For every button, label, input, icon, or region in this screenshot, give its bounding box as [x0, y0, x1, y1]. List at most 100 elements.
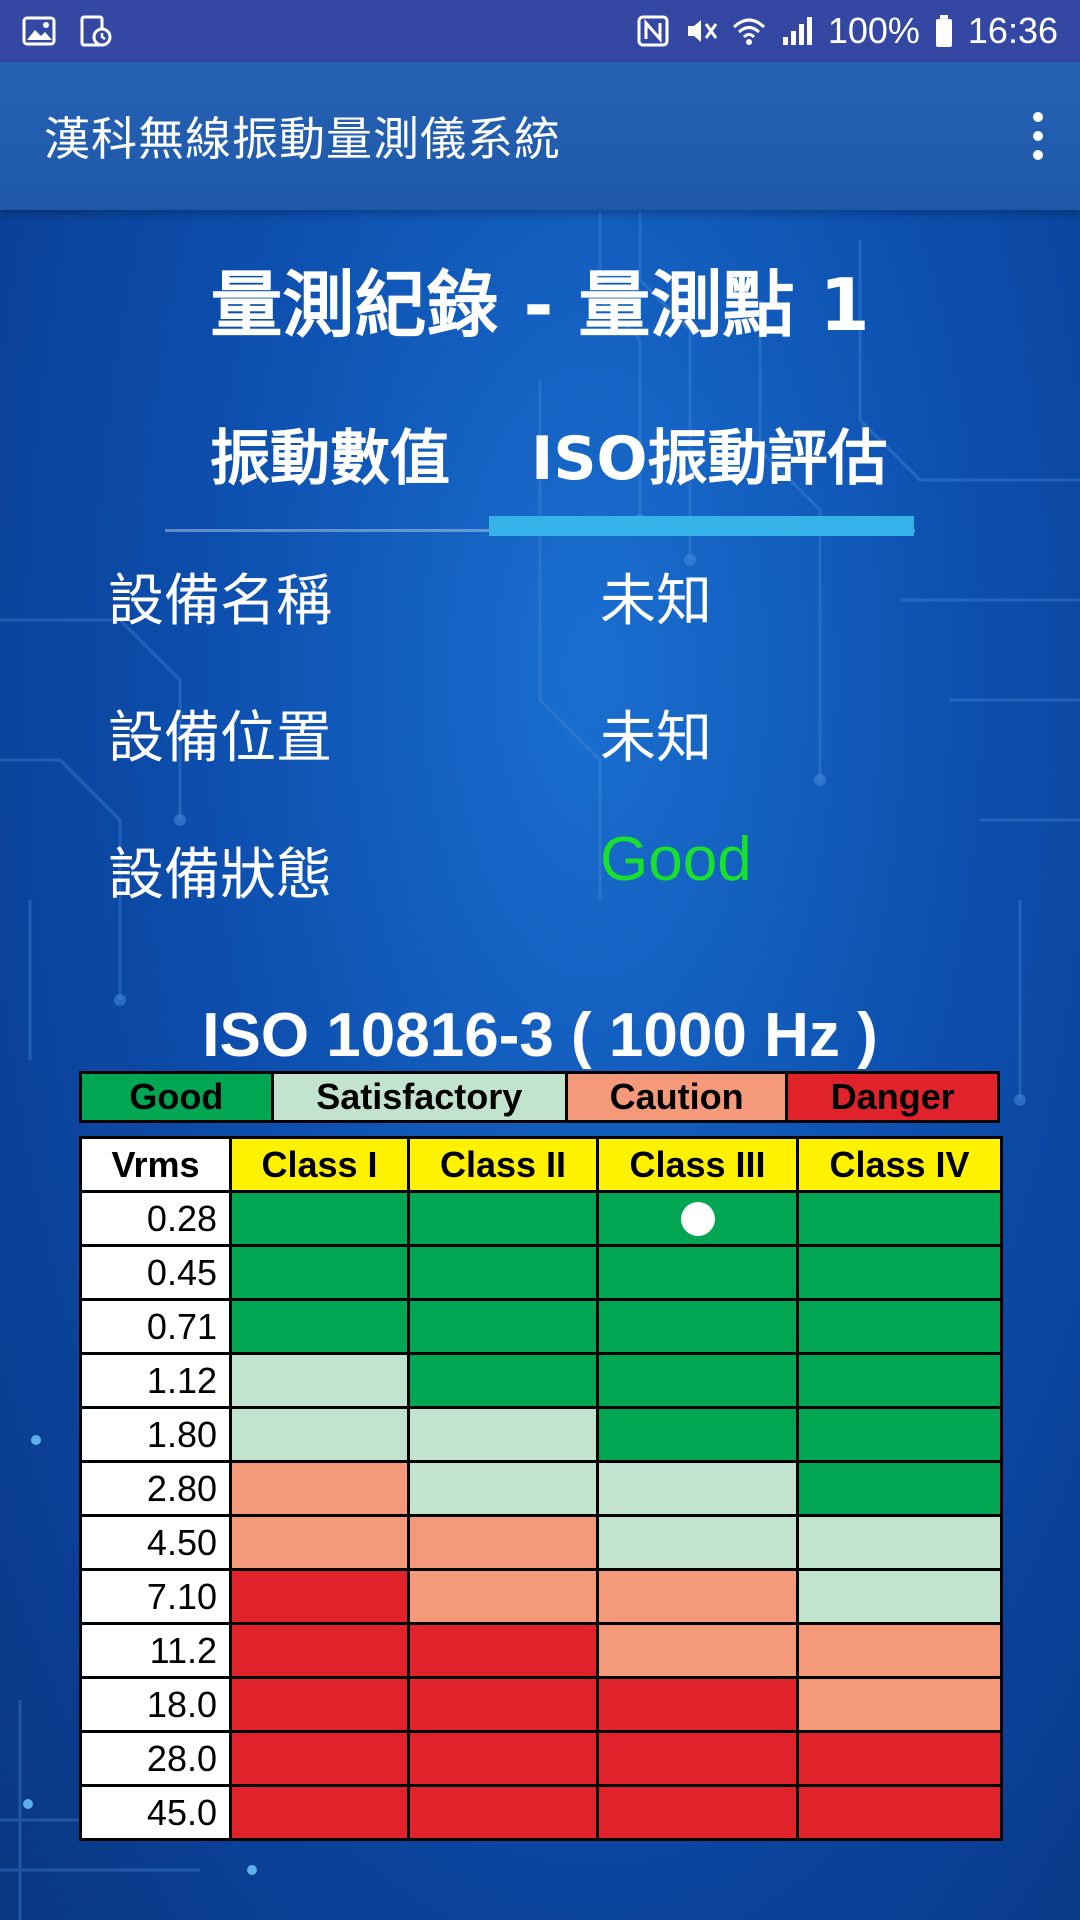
severity-cell — [596, 1460, 799, 1517]
screen-time-icon — [80, 15, 112, 47]
table-row: 1.80 — [79, 1406, 1003, 1463]
severity-cell — [229, 1622, 410, 1679]
severity-cell — [229, 1514, 410, 1571]
device-name-value: 未知 — [600, 569, 712, 634]
severity-cell — [229, 1406, 410, 1463]
severity-cell — [407, 1298, 599, 1355]
severity-cell — [229, 1190, 410, 1247]
severity-legend: Good Satisfactory Caution Danger — [79, 1071, 1000, 1123]
vrms-value: 1.80 — [79, 1406, 232, 1463]
severity-cell — [596, 1190, 799, 1247]
tab-vibration-values[interactable]: 振動數值 — [210, 410, 450, 497]
vrms-value: 0.28 — [79, 1190, 232, 1247]
current-reading-marker — [680, 1201, 715, 1236]
severity-cell — [596, 1730, 799, 1787]
battery-icon — [935, 15, 952, 47]
class-2-header: Class II — [407, 1136, 599, 1193]
vrms-value: 7.10 — [79, 1568, 232, 1625]
severity-cell — [796, 1730, 1003, 1787]
more-vert-icon[interactable] — [1030, 112, 1046, 160]
severity-cell — [229, 1244, 410, 1301]
mute-vibrate-icon — [687, 20, 718, 42]
vrms-value: 0.71 — [79, 1298, 232, 1355]
class-3-header: Class III — [596, 1136, 799, 1193]
legend-danger: Danger — [788, 1074, 998, 1120]
severity-cell — [229, 1568, 410, 1625]
severity-cell — [596, 1568, 799, 1625]
severity-cell — [407, 1190, 599, 1247]
severity-cell — [229, 1460, 410, 1517]
vrms-value: 2.80 — [79, 1460, 232, 1517]
severity-cell — [229, 1352, 410, 1409]
severity-cell — [407, 1622, 599, 1679]
severity-cell — [596, 1784, 799, 1841]
severity-cell — [596, 1298, 799, 1355]
severity-cell — [796, 1406, 1003, 1463]
severity-cell — [796, 1460, 1003, 1517]
severity-cell — [407, 1244, 599, 1301]
device-name-label: 設備名稱 — [108, 569, 332, 634]
iso-severity-table: Vrms Class I Class II Class III Class IV… — [79, 1136, 1003, 1841]
table-row: 45.0 — [79, 1784, 1003, 1841]
table-row: 4.50 — [79, 1514, 1003, 1571]
app-bar: 漢科無線振動量測儀系統 — [0, 62, 1080, 210]
severity-cell — [596, 1406, 799, 1463]
table-row: 0.71 — [79, 1298, 1003, 1355]
severity-cell — [796, 1244, 1003, 1301]
vrms-value: 28.0 — [79, 1730, 232, 1787]
device-status-row: 設備狀態 Good — [108, 825, 1008, 910]
vrms-value: 11.2 — [79, 1622, 232, 1679]
severity-cell — [596, 1622, 799, 1679]
severity-cell — [796, 1190, 1003, 1247]
severity-cell — [796, 1784, 1003, 1841]
legend-good: Good — [82, 1074, 274, 1120]
severity-cell — [796, 1568, 1003, 1625]
device-status-label: 設備狀態 — [108, 843, 332, 908]
table-body: 0.28 0.45 0.71 1.12 1.80 2.80 4.50 7.10 11.2 18.0… — [79, 1190, 1003, 1841]
severity-cell — [796, 1676, 1003, 1733]
page-title: 量測紀錄 - 量測點 1 — [210, 263, 870, 347]
severity-cell — [596, 1244, 799, 1301]
legend-satisfactory: Satisfactory — [273, 1074, 568, 1120]
device-location-label: 設備位置 — [108, 706, 332, 771]
iso-standard-title: ISO 10816-3 ( 1000 Hz ) — [202, 1001, 878, 1070]
legend-caution: Caution — [567, 1074, 789, 1120]
device-location-row: 設備位置 未知 — [108, 693, 1008, 773]
wifi-icon — [732, 18, 765, 45]
severity-cell — [407, 1568, 599, 1625]
table-row: 1.12 — [79, 1352, 1003, 1409]
signal-icon — [782, 17, 812, 45]
severity-cell — [229, 1784, 410, 1841]
vrms-value: 4.50 — [79, 1514, 232, 1571]
severity-cell — [796, 1514, 1003, 1571]
device-name-row: 設備名稱 未知 — [108, 556, 1008, 636]
severity-cell — [407, 1460, 599, 1517]
vrms-value: 1.12 — [79, 1352, 232, 1409]
severity-cell — [407, 1406, 599, 1463]
table-row: 0.28 — [79, 1190, 1003, 1247]
status-bar: 100% 16:36 — [0, 0, 1080, 62]
vrms-value: 0.45 — [79, 1244, 232, 1301]
app-title: 漢科無線振動量測儀系統 — [44, 112, 561, 166]
tab-selected-indicator — [489, 516, 914, 536]
severity-cell — [796, 1352, 1003, 1409]
device-location-value: 未知 — [600, 706, 712, 771]
table-row: 18.0 — [79, 1676, 1003, 1733]
tab-iso-evaluation[interactable]: ISO振動評估 — [531, 410, 888, 497]
clock: 16:36 — [967, 10, 1058, 51]
vrms-header: Vrms — [79, 1136, 232, 1193]
table-row: 28.0 — [79, 1730, 1003, 1787]
severity-cell — [229, 1730, 410, 1787]
vrms-value: 18.0 — [79, 1676, 232, 1733]
severity-cell — [407, 1730, 599, 1787]
severity-cell — [407, 1352, 599, 1409]
severity-cell — [407, 1514, 599, 1571]
device-status-value: Good — [600, 825, 752, 894]
severity-cell — [796, 1622, 1003, 1679]
nfc-icon — [637, 15, 669, 47]
table-row: 0.45 — [79, 1244, 1003, 1301]
battery-percent: 100% — [827, 10, 920, 51]
vrms-value: 45.0 — [79, 1784, 232, 1841]
class-1-header: Class I — [229, 1136, 410, 1193]
severity-cell — [229, 1298, 410, 1355]
